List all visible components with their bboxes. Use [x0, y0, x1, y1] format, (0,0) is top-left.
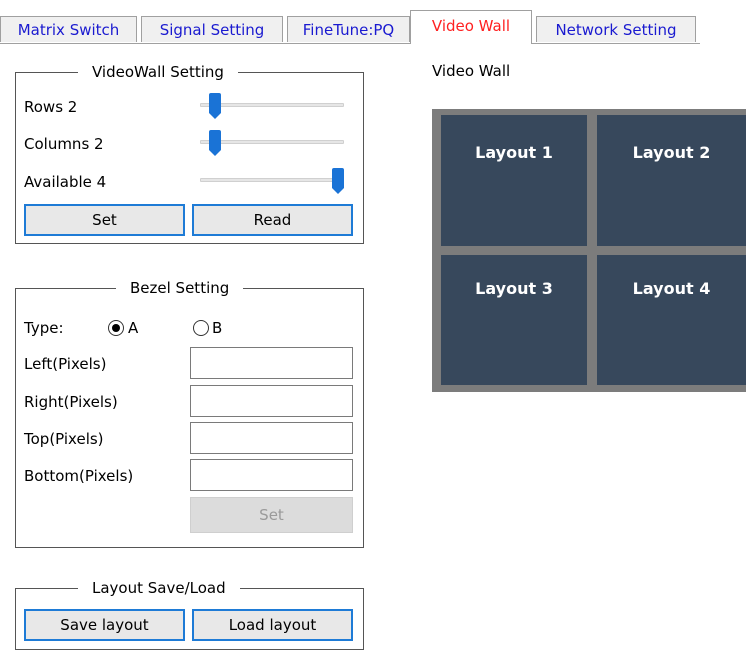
type-b-label: B: [212, 319, 223, 337]
wall-cell-1[interactable]: Layout 1: [441, 115, 587, 246]
tab-signal-setting[interactable]: Signal Setting: [141, 16, 283, 42]
tab-bar: Matrix Switch Signal Setting FineTune:PQ…: [0, 0, 746, 44]
tab-matrix-switch[interactable]: Matrix Switch: [0, 16, 137, 42]
tab-video-wall[interactable]: Video Wall: [410, 10, 532, 44]
type-a-label: A: [128, 319, 139, 337]
columns-label: Columns 2: [24, 135, 104, 153]
bezel-set-button[interactable]: Set: [190, 497, 353, 533]
right-pixels-field[interactable]: [190, 385, 353, 417]
columns-slider-track[interactable]: [200, 140, 344, 144]
wall-cell-3-label: Layout 3: [475, 279, 553, 298]
available-label: Available 4: [24, 173, 107, 191]
top-pixels-label: Top(Pixels): [24, 430, 104, 448]
top-pixels-field[interactable]: [190, 422, 353, 454]
video-wall-title: Video Wall: [432, 62, 511, 80]
layout-save-load-title: Layout Save/Load: [78, 578, 240, 598]
rows-slider-thumb[interactable]: [209, 93, 221, 119]
bottom-pixels-field[interactable]: [190, 459, 353, 491]
type-a-radio[interactable]: [108, 320, 124, 336]
bottom-pixels-label: Bottom(Pixels): [24, 467, 134, 485]
tab-finetune-pq[interactable]: FineTune:PQ: [287, 16, 410, 42]
videowall-setting-title: VideoWall Setting: [78, 62, 238, 82]
type-label: Type:: [24, 319, 64, 337]
available-slider-track[interactable]: [200, 178, 344, 182]
tab-network-setting[interactable]: Network Setting: [536, 16, 696, 42]
save-layout-button[interactable]: Save layout: [24, 609, 185, 641]
bezel-setting-title: Bezel Setting: [116, 278, 244, 298]
right-pixels-label: Right(Pixels): [24, 393, 118, 411]
left-pixels-field[interactable]: [190, 347, 353, 379]
rows-label: Rows 2: [24, 98, 78, 116]
columns-slider-thumb[interactable]: [209, 130, 221, 156]
wall-cell-1-label: Layout 1: [475, 143, 553, 162]
rows-slider-track[interactable]: [200, 103, 344, 107]
wall-cell-2-label: Layout 2: [632, 143, 711, 162]
video-wall-preview: Layout 1 Layout 2 Layout 3 Layout 4: [432, 109, 746, 392]
videowall-set-button[interactable]: Set: [24, 204, 185, 236]
load-layout-button[interactable]: Load layout: [192, 609, 353, 641]
left-pixels-label: Left(Pixels): [24, 355, 107, 373]
videowall-read-button[interactable]: Read: [192, 204, 353, 236]
available-slider-thumb[interactable]: [332, 168, 344, 194]
type-b-radio[interactable]: [193, 320, 209, 336]
wall-cell-4[interactable]: Layout 4: [597, 255, 746, 385]
wall-cell-4-label: Layout 4: [632, 279, 711, 298]
wall-cell-2[interactable]: Layout 2: [597, 115, 746, 246]
tab-underline: [0, 43, 700, 44]
wall-cell-3[interactable]: Layout 3: [441, 255, 587, 385]
